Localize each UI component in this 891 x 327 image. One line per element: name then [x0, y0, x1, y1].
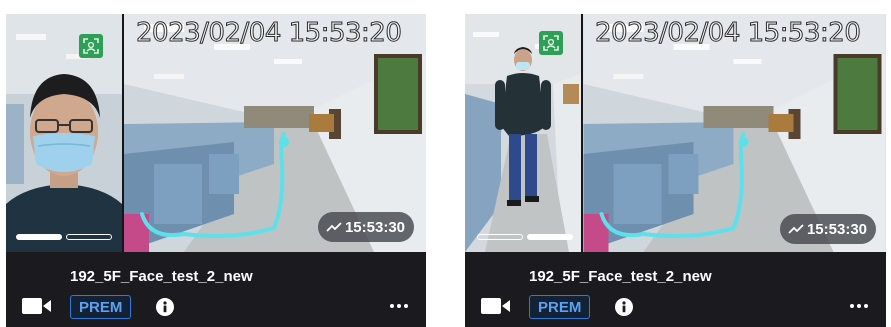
info-icon[interactable] [615, 298, 633, 316]
face-detect-icon[interactable] [79, 34, 103, 58]
more-icon[interactable] [390, 304, 408, 308]
camera-name[interactable]: 192_5F_Face_test_2_new [529, 268, 712, 285]
pager-segment-1[interactable] [16, 234, 62, 240]
card-footer: 192_5F_Face_test_2_new PREM [6, 252, 426, 327]
person-snapshot[interactable] [465, 14, 581, 252]
clip-time: 15:53:30 [806, 220, 867, 238]
prem-badge: PREM [70, 295, 132, 319]
video-timestamp: 2023/02/04 15:53:20 [594, 18, 861, 49]
video-timestamp: 2023/02/04 15:53:20 [135, 18, 402, 49]
prem-badge: PREM [529, 295, 591, 319]
snapshot-pager[interactable] [477, 234, 573, 240]
face-detect-icon[interactable] [539, 31, 563, 55]
camera-icon [481, 298, 510, 314]
trend-icon [788, 224, 804, 234]
clip-time: 15:53:30 [344, 218, 405, 236]
clip-time-pill[interactable]: 15:53:30 [779, 214, 876, 244]
camera-frame[interactable]: 2023/02/04 15:53:20 15:53:30 [124, 14, 426, 252]
camera-preview[interactable]: 2023/02/04 15:53:20 15:53:30 [6, 14, 426, 252]
camera-icon [22, 298, 51, 314]
camera-card[interactable]: 2023/02/04 15:53:20 15:53:30 192_5F_Face… [6, 14, 426, 327]
more-icon[interactable] [850, 304, 868, 308]
snapshot-pager[interactable] [16, 234, 112, 240]
pager-segment-1[interactable] [477, 234, 523, 240]
clip-time-pill[interactable]: 15:53:30 [317, 212, 414, 242]
camera-card[interactable]: 2023/02/04 15:53:20 15:53:30 192_5F_Face… [465, 14, 886, 327]
camera-preview[interactable]: 2023/02/04 15:53:20 15:53:30 [465, 14, 886, 252]
info-icon[interactable] [156, 298, 174, 316]
camera-frame[interactable]: 2023/02/04 15:53:20 15:53:30 [583, 14, 886, 252]
card-footer: 192_5F_Face_test_2_new PREM [465, 252, 886, 327]
trend-icon [326, 222, 342, 232]
camera-name[interactable]: 192_5F_Face_test_2_new [70, 268, 253, 285]
face-snapshot[interactable] [6, 14, 122, 252]
pager-segment-2[interactable] [66, 234, 112, 240]
pager-segment-2[interactable] [527, 234, 573, 240]
